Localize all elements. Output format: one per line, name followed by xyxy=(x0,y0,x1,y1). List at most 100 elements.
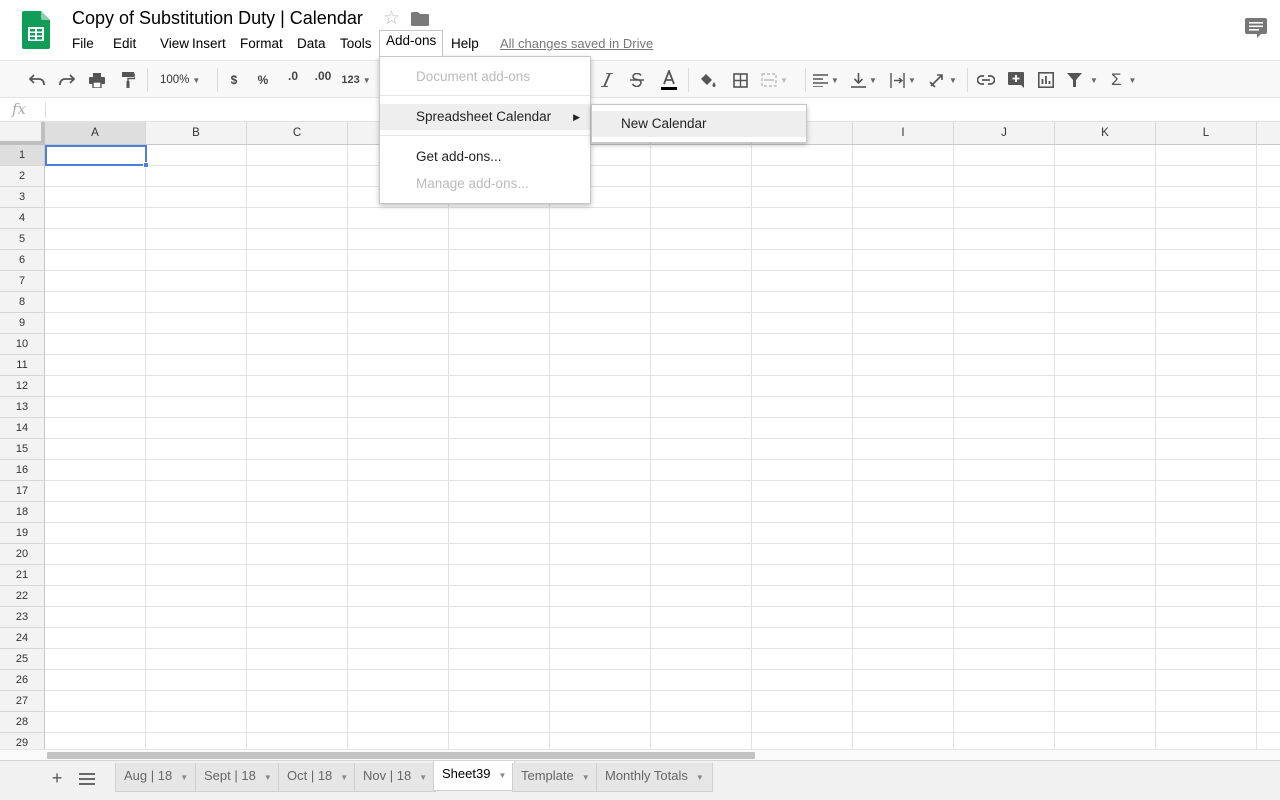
sheet-tab-oct-18[interactable]: Oct | 18 ▼ xyxy=(278,763,358,792)
row-header-20[interactable]: 20 xyxy=(0,544,45,565)
more-formats-button[interactable]: 123 ▼ xyxy=(340,69,372,91)
increase-decimals-button[interactable]: .00 xyxy=(311,69,335,91)
row-header-28[interactable]: 28 xyxy=(0,712,45,733)
text-color-icon[interactable] xyxy=(658,69,680,91)
row-header-9[interactable]: 9 xyxy=(0,313,45,334)
functions-icon[interactable]: Σ ▼ xyxy=(1111,69,1143,91)
chevron-down-icon[interactable]: ▼ xyxy=(696,773,704,782)
menu-format[interactable]: Format xyxy=(234,33,289,57)
sheet-tab-template[interactable]: Template ▼ xyxy=(512,763,599,792)
paint-format-icon[interactable] xyxy=(118,69,138,91)
chevron-down-icon[interactable]: ▼ xyxy=(340,773,348,782)
row-header-14[interactable]: 14 xyxy=(0,418,45,439)
row-header-5[interactable]: 5 xyxy=(0,229,45,250)
chevron-down-icon[interactable]: ▼ xyxy=(419,773,427,782)
row-header-26[interactable]: 26 xyxy=(0,670,45,691)
column-header-c[interactable]: C xyxy=(247,122,348,145)
percent-format-button[interactable]: % xyxy=(254,69,272,91)
redo-icon[interactable] xyxy=(57,69,77,91)
print-icon[interactable] xyxy=(87,69,107,91)
row-header-10[interactable]: 10 xyxy=(0,334,45,355)
row-header-2[interactable]: 2 xyxy=(0,166,45,187)
borders-icon[interactable] xyxy=(731,69,749,91)
chevron-down-icon[interactable]: ▼ xyxy=(264,773,272,782)
strikethrough-icon[interactable] xyxy=(627,69,647,91)
column-header-j[interactable]: J xyxy=(954,122,1055,145)
horizontal-scrollbar[interactable] xyxy=(0,749,1280,760)
menu-help[interactable]: Help xyxy=(445,33,485,57)
sheet-tab-nov-18[interactable]: Nov | 18 ▼ xyxy=(354,763,437,792)
insert-comment-icon[interactable] xyxy=(1006,69,1026,91)
row-header-23[interactable]: 23 xyxy=(0,607,45,628)
menu-item-new-calendar[interactable]: New Calendar xyxy=(592,111,806,137)
chevron-down-icon[interactable]: ▼ xyxy=(180,773,188,782)
vertical-align-icon[interactable]: ▼ xyxy=(851,69,883,91)
row-header-16[interactable]: 16 xyxy=(0,460,45,481)
all-sheets-menu-icon[interactable] xyxy=(79,773,95,785)
currency-format-button[interactable]: $ xyxy=(225,69,243,91)
select-all-corner[interactable] xyxy=(0,122,45,145)
row-header-27[interactable]: 27 xyxy=(0,691,45,712)
row-header-3[interactable]: 3 xyxy=(0,187,45,208)
sheet-tab-sheet39[interactable]: Sheet39 ▼ xyxy=(433,761,516,791)
menu-item-get-addons[interactable]: Get add-ons... xyxy=(380,144,590,170)
insert-chart-icon[interactable] xyxy=(1036,69,1056,91)
column-header-a[interactable]: A xyxy=(45,122,146,145)
fill-color-icon[interactable] xyxy=(697,69,717,91)
save-status-link[interactable]: All changes saved in Drive xyxy=(500,36,653,51)
column-header-k[interactable]: K xyxy=(1055,122,1156,145)
row-header-7[interactable]: 7 xyxy=(0,271,45,292)
sheet-tab-aug-18[interactable]: Aug | 18 ▼ xyxy=(115,763,198,792)
menu-addons[interactable]: Add-ons xyxy=(379,30,444,56)
folder-icon[interactable] xyxy=(411,12,429,26)
menu-data[interactable]: Data xyxy=(291,33,332,57)
column-header-i[interactable]: I xyxy=(853,122,954,145)
horizontal-align-icon[interactable]: ▼ xyxy=(813,69,845,91)
row-header-15[interactable]: 15 xyxy=(0,439,45,460)
row-header-8[interactable]: 8 xyxy=(0,292,45,313)
row-header-21[interactable]: 21 xyxy=(0,565,45,586)
merge-cells-icon[interactable]: ▼ xyxy=(761,69,797,91)
row-header-18[interactable]: 18 xyxy=(0,502,45,523)
decrease-decimals-button[interactable]: .0 xyxy=(283,69,303,91)
column-header-m[interactable]: M xyxy=(1257,122,1280,145)
comments-icon[interactable] xyxy=(1245,18,1267,38)
menu-edit[interactable]: Edit xyxy=(107,33,142,57)
text-rotation-icon[interactable]: ▼ xyxy=(929,69,961,91)
row-header-6[interactable]: 6 xyxy=(0,250,45,271)
row-header-1[interactable]: 1 xyxy=(0,145,45,166)
row-header-19[interactable]: 19 xyxy=(0,523,45,544)
row-header-12[interactable]: 12 xyxy=(0,376,45,397)
sheets-logo-icon[interactable] xyxy=(22,11,50,49)
document-title[interactable]: Copy of Substitution Duty | Calendar xyxy=(72,8,363,29)
row-header-17[interactable]: 17 xyxy=(0,481,45,502)
chevron-down-icon[interactable]: ▼ xyxy=(498,771,506,780)
scrollbar-thumb[interactable] xyxy=(47,752,755,759)
row-header-13[interactable]: 13 xyxy=(0,397,45,418)
row-header-11[interactable]: 11 xyxy=(0,355,45,376)
insert-link-icon[interactable] xyxy=(975,69,997,91)
filter-icon[interactable]: ▼ xyxy=(1067,69,1103,91)
chevron-down-icon[interactable]: ▼ xyxy=(582,773,590,782)
row-header-24[interactable]: 24 xyxy=(0,628,45,649)
row-header-29[interactable]: 29 xyxy=(0,733,45,750)
menu-tools[interactable]: Tools xyxy=(334,33,378,57)
undo-icon[interactable] xyxy=(27,69,47,91)
sheet-tab-sept-18[interactable]: Sept | 18 ▼ xyxy=(195,763,281,792)
row-header-25[interactable]: 25 xyxy=(0,649,45,670)
menu-item-spreadsheet-calendar[interactable]: Spreadsheet Calendar ▶ xyxy=(380,104,590,130)
fill-handle[interactable] xyxy=(143,162,149,168)
active-cell-a1[interactable] xyxy=(45,145,147,166)
star-icon[interactable]: ☆ xyxy=(383,8,400,30)
cell-area[interactable] xyxy=(45,145,1280,750)
text-wrap-icon[interactable]: ▼ xyxy=(890,69,922,91)
row-header-4[interactable]: 4 xyxy=(0,208,45,229)
sheet-tab-monthly-totals[interactable]: Monthly Totals ▼ xyxy=(596,763,713,792)
add-sheet-icon[interactable]: + xyxy=(48,769,66,787)
italic-icon[interactable] xyxy=(597,69,617,91)
menu-file[interactable]: File xyxy=(66,33,100,57)
menu-insert[interactable]: Insert xyxy=(186,33,232,57)
zoom-select[interactable]: 100% ▼ xyxy=(156,69,210,91)
column-header-l[interactable]: L xyxy=(1156,122,1257,145)
row-header-22[interactable]: 22 xyxy=(0,586,45,607)
